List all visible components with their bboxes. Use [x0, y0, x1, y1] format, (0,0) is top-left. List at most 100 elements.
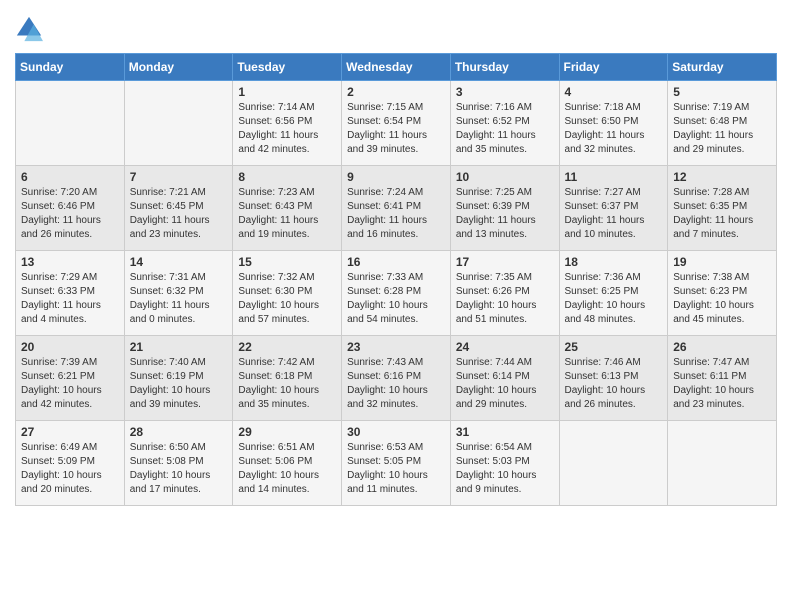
day-info: Sunrise: 7:39 AM Sunset: 6:21 PM Dayligh… — [21, 356, 119, 412]
day-number: 28 — [130, 425, 228, 439]
calendar-table: SundayMondayTuesdayWednesdayThursdayFrid… — [15, 53, 777, 506]
day-info: Sunrise: 7:35 AM Sunset: 6:26 PM Dayligh… — [456, 271, 554, 327]
calendar-cell: 10 Sunrise: 7:25 AM Sunset: 6:39 PM Dayli… — [450, 166, 559, 251]
calendar-week-row: 27 Sunrise: 6:49 AM Sunset: 5:09 PM Dayli… — [16, 421, 777, 506]
day-number: 11 — [565, 170, 663, 184]
calendar-cell — [16, 81, 125, 166]
day-info: Sunrise: 7:43 AM Sunset: 6:16 PM Dayligh… — [347, 356, 445, 412]
calendar-cell: 8 Sunrise: 7:23 AM Sunset: 6:43 PM Daylig… — [233, 166, 342, 251]
calendar-week-row: 13 Sunrise: 7:29 AM Sunset: 6:33 PM Dayli… — [16, 251, 777, 336]
day-info: Sunrise: 7:29 AM Sunset: 6:33 PM Dayligh… — [21, 271, 119, 327]
day-number: 18 — [565, 255, 663, 269]
day-number: 6 — [21, 170, 119, 184]
calendar-cell: 11 Sunrise: 7:27 AM Sunset: 6:37 PM Dayli… — [559, 166, 668, 251]
day-info: Sunrise: 7:44 AM Sunset: 6:14 PM Dayligh… — [456, 356, 554, 412]
calendar-cell: 18Sunrise: 7:36 AM Sunset: 6:25 PM Dayli… — [559, 251, 668, 336]
day-info: Sunrise: 7:32 AM Sunset: 6:30 PM Dayligh… — [238, 271, 336, 327]
day-number: 7 — [130, 170, 228, 184]
calendar-cell: 2 Sunrise: 7:15 AM Sunset: 6:54 PM Daylig… — [342, 81, 451, 166]
column-header-saturday: Saturday — [668, 54, 777, 81]
calendar-cell: 22 Sunrise: 7:42 AM Sunset: 6:18 PM Dayli… — [233, 336, 342, 421]
day-number: 16 — [347, 255, 445, 269]
day-info: Sunrise: 7:18 AM Sunset: 6:50 PM Dayligh… — [565, 101, 663, 157]
day-info: Sunrise: 7:16 AM Sunset: 6:52 PM Dayligh… — [456, 101, 554, 157]
calendar-cell: 14Sunrise: 7:31 AM Sunset: 6:32 PM Dayli… — [124, 251, 233, 336]
calendar-cell: 20 Sunrise: 7:39 AM Sunset: 6:21 PM Dayli… — [16, 336, 125, 421]
calendar-cell: 25 Sunrise: 7:46 AM Sunset: 6:13 PM Dayli… — [559, 336, 668, 421]
calendar-cell: 27 Sunrise: 6:49 AM Sunset: 5:09 PM Dayli… — [16, 421, 125, 506]
day-info: Sunrise: 6:50 AM Sunset: 5:08 PM Dayligh… — [130, 441, 228, 497]
calendar-week-row: 20 Sunrise: 7:39 AM Sunset: 6:21 PM Dayli… — [16, 336, 777, 421]
day-number: 25 — [565, 340, 663, 354]
calendar-week-row: 1Sunrise: 7:14 AM Sunset: 6:56 PM Daylig… — [16, 81, 777, 166]
calendar-cell: 31Sunrise: 6:54 AM Sunset: 5:03 PM Dayli… — [450, 421, 559, 506]
day-number: 24 — [456, 340, 554, 354]
calendar-cell: 26Sunrise: 7:47 AM Sunset: 6:11 PM Dayli… — [668, 336, 777, 421]
day-number: 21 — [130, 340, 228, 354]
day-info: Sunrise: 7:33 AM Sunset: 6:28 PM Dayligh… — [347, 271, 445, 327]
logo — [15, 15, 47, 43]
day-info: Sunrise: 7:31 AM Sunset: 6:32 PM Dayligh… — [130, 271, 228, 327]
day-info: Sunrise: 7:19 AM Sunset: 6:48 PM Dayligh… — [673, 101, 771, 157]
calendar-cell — [124, 81, 233, 166]
day-info: Sunrise: 7:24 AM Sunset: 6:41 PM Dayligh… — [347, 186, 445, 242]
calendar-cell: 12Sunrise: 7:28 AM Sunset: 6:35 PM Dayli… — [668, 166, 777, 251]
day-number: 10 — [456, 170, 554, 184]
calendar-cell: 21 Sunrise: 7:40 AM Sunset: 6:19 PM Dayli… — [124, 336, 233, 421]
column-header-friday: Friday — [559, 54, 668, 81]
calendar-cell — [668, 421, 777, 506]
day-info: Sunrise: 6:53 AM Sunset: 5:05 PM Dayligh… — [347, 441, 445, 497]
day-info: Sunrise: 7:46 AM Sunset: 6:13 PM Dayligh… — [565, 356, 663, 412]
calendar-cell: 13 Sunrise: 7:29 AM Sunset: 6:33 PM Dayli… — [16, 251, 125, 336]
calendar-cell: 1Sunrise: 7:14 AM Sunset: 6:56 PM Daylig… — [233, 81, 342, 166]
calendar-cell: 5 Sunrise: 7:19 AM Sunset: 6:48 PM Daylig… — [668, 81, 777, 166]
calendar-header-row: SundayMondayTuesdayWednesdayThursdayFrid… — [16, 54, 777, 81]
calendar-cell: 16 Sunrise: 7:33 AM Sunset: 6:28 PM Dayli… — [342, 251, 451, 336]
calendar-cell: 6Sunrise: 7:20 AM Sunset: 6:46 PM Daylig… — [16, 166, 125, 251]
day-info: Sunrise: 7:14 AM Sunset: 6:56 PM Dayligh… — [238, 101, 336, 157]
day-info: Sunrise: 7:23 AM Sunset: 6:43 PM Dayligh… — [238, 186, 336, 242]
calendar-cell: 7 Sunrise: 7:21 AM Sunset: 6:45 PM Daylig… — [124, 166, 233, 251]
day-number: 20 — [21, 340, 119, 354]
day-info: Sunrise: 7:40 AM Sunset: 6:19 PM Dayligh… — [130, 356, 228, 412]
day-number: 30 — [347, 425, 445, 439]
day-info: Sunrise: 7:21 AM Sunset: 6:45 PM Dayligh… — [130, 186, 228, 242]
day-number: 17 — [456, 255, 554, 269]
day-number: 2 — [347, 85, 445, 99]
day-number: 29 — [238, 425, 336, 439]
day-number: 22 — [238, 340, 336, 354]
calendar-cell: 29Sunrise: 6:51 AM Sunset: 5:06 PM Dayli… — [233, 421, 342, 506]
day-info: Sunrise: 7:27 AM Sunset: 6:37 PM Dayligh… — [565, 186, 663, 242]
calendar-cell: 15 Sunrise: 7:32 AM Sunset: 6:30 PM Dayli… — [233, 251, 342, 336]
day-number: 31 — [456, 425, 554, 439]
day-number: 27 — [21, 425, 119, 439]
day-info: Sunrise: 6:49 AM Sunset: 5:09 PM Dayligh… — [21, 441, 119, 497]
column-header-monday: Monday — [124, 54, 233, 81]
day-info: Sunrise: 7:47 AM Sunset: 6:11 PM Dayligh… — [673, 356, 771, 412]
day-number: 3 — [456, 85, 554, 99]
day-number: 8 — [238, 170, 336, 184]
calendar-cell: 23 Sunrise: 7:43 AM Sunset: 6:16 PM Dayli… — [342, 336, 451, 421]
day-number: 15 — [238, 255, 336, 269]
day-info: Sunrise: 7:25 AM Sunset: 6:39 PM Dayligh… — [456, 186, 554, 242]
calendar-cell: 24 Sunrise: 7:44 AM Sunset: 6:14 PM Dayli… — [450, 336, 559, 421]
column-header-thursday: Thursday — [450, 54, 559, 81]
calendar-cell: 19 Sunrise: 7:38 AM Sunset: 6:23 PM Dayli… — [668, 251, 777, 336]
calendar-cell: 28 Sunrise: 6:50 AM Sunset: 5:08 PM Dayli… — [124, 421, 233, 506]
calendar-cell: 30 Sunrise: 6:53 AM Sunset: 5:05 PM Dayli… — [342, 421, 451, 506]
day-number: 19 — [673, 255, 771, 269]
day-info: Sunrise: 7:42 AM Sunset: 6:18 PM Dayligh… — [238, 356, 336, 412]
logo-icon — [15, 15, 43, 43]
day-info: Sunrise: 7:15 AM Sunset: 6:54 PM Dayligh… — [347, 101, 445, 157]
column-header-wednesday: Wednesday — [342, 54, 451, 81]
calendar-cell: 17 Sunrise: 7:35 AM Sunset: 6:26 PM Dayli… — [450, 251, 559, 336]
column-header-sunday: Sunday — [16, 54, 125, 81]
day-number: 13 — [21, 255, 119, 269]
day-number: 23 — [347, 340, 445, 354]
day-info: Sunrise: 7:38 AM Sunset: 6:23 PM Dayligh… — [673, 271, 771, 327]
calendar-cell: 4Sunrise: 7:18 AM Sunset: 6:50 PM Daylig… — [559, 81, 668, 166]
day-number: 9 — [347, 170, 445, 184]
calendar-cell: 3 Sunrise: 7:16 AM Sunset: 6:52 PM Daylig… — [450, 81, 559, 166]
day-number: 5 — [673, 85, 771, 99]
page-header — [15, 15, 777, 43]
